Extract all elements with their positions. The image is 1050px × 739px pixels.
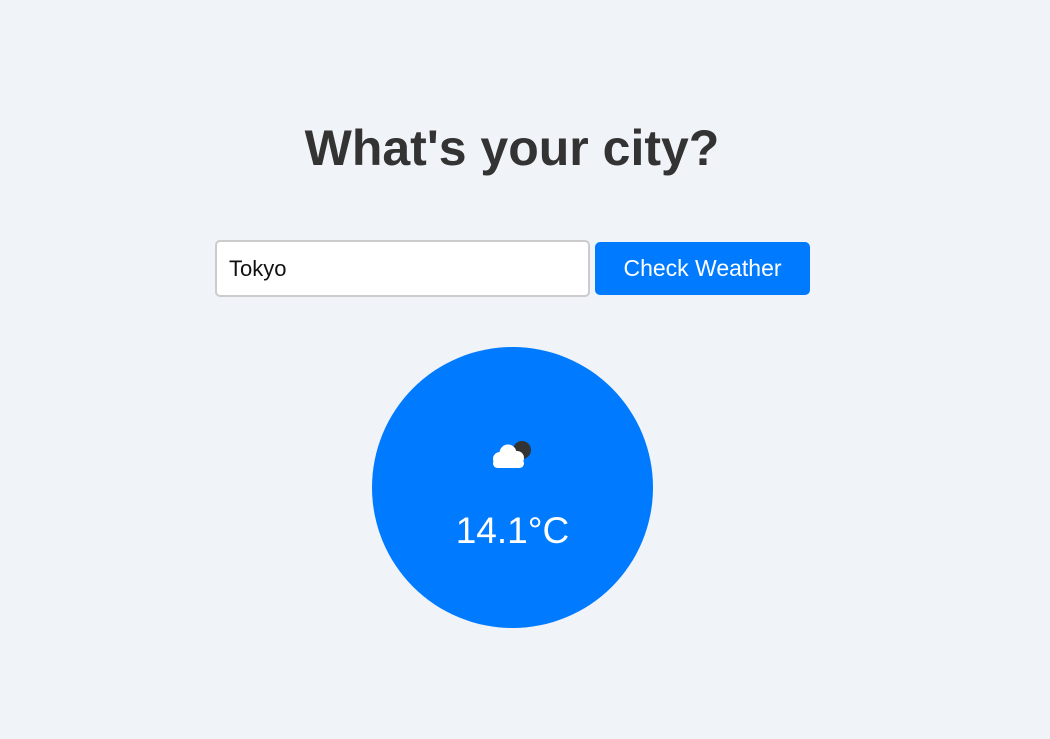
- search-row: Check Weather: [215, 240, 810, 297]
- temperature-value: 14.1°C: [455, 510, 570, 551]
- weather-result-circle: 14.1°C: [372, 347, 653, 628]
- city-input[interactable]: [215, 240, 590, 297]
- check-weather-button[interactable]: Check Weather: [595, 242, 810, 295]
- cloud-with-moon-icon: [490, 437, 534, 471]
- page-title: What's your city?: [304, 120, 720, 176]
